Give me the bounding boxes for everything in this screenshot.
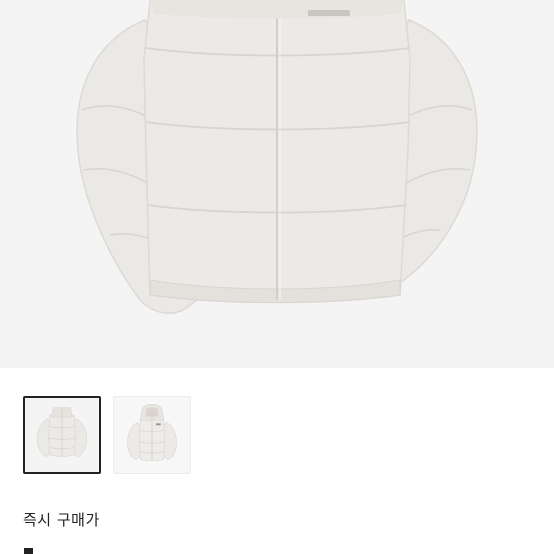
thumbnail-gallery [23, 396, 191, 474]
puffer-jacket-thumbnail-icon [25, 398, 99, 472]
thumbnail-puffer-jacket-front[interactable] [23, 396, 101, 474]
product-page: 즉시 구매가 [0, 0, 554, 554]
thumbnail-hooded-puffer-jacket[interactable] [113, 396, 191, 474]
instant-buy-price-label: 즉시 구매가 [23, 511, 100, 529]
price-value-partial [24, 548, 33, 554]
puffer-jacket-icon [76, 0, 478, 314]
product-main-image[interactable] [0, 0, 554, 368]
hooded-puffer-jacket-thumbnail-icon [114, 397, 190, 473]
